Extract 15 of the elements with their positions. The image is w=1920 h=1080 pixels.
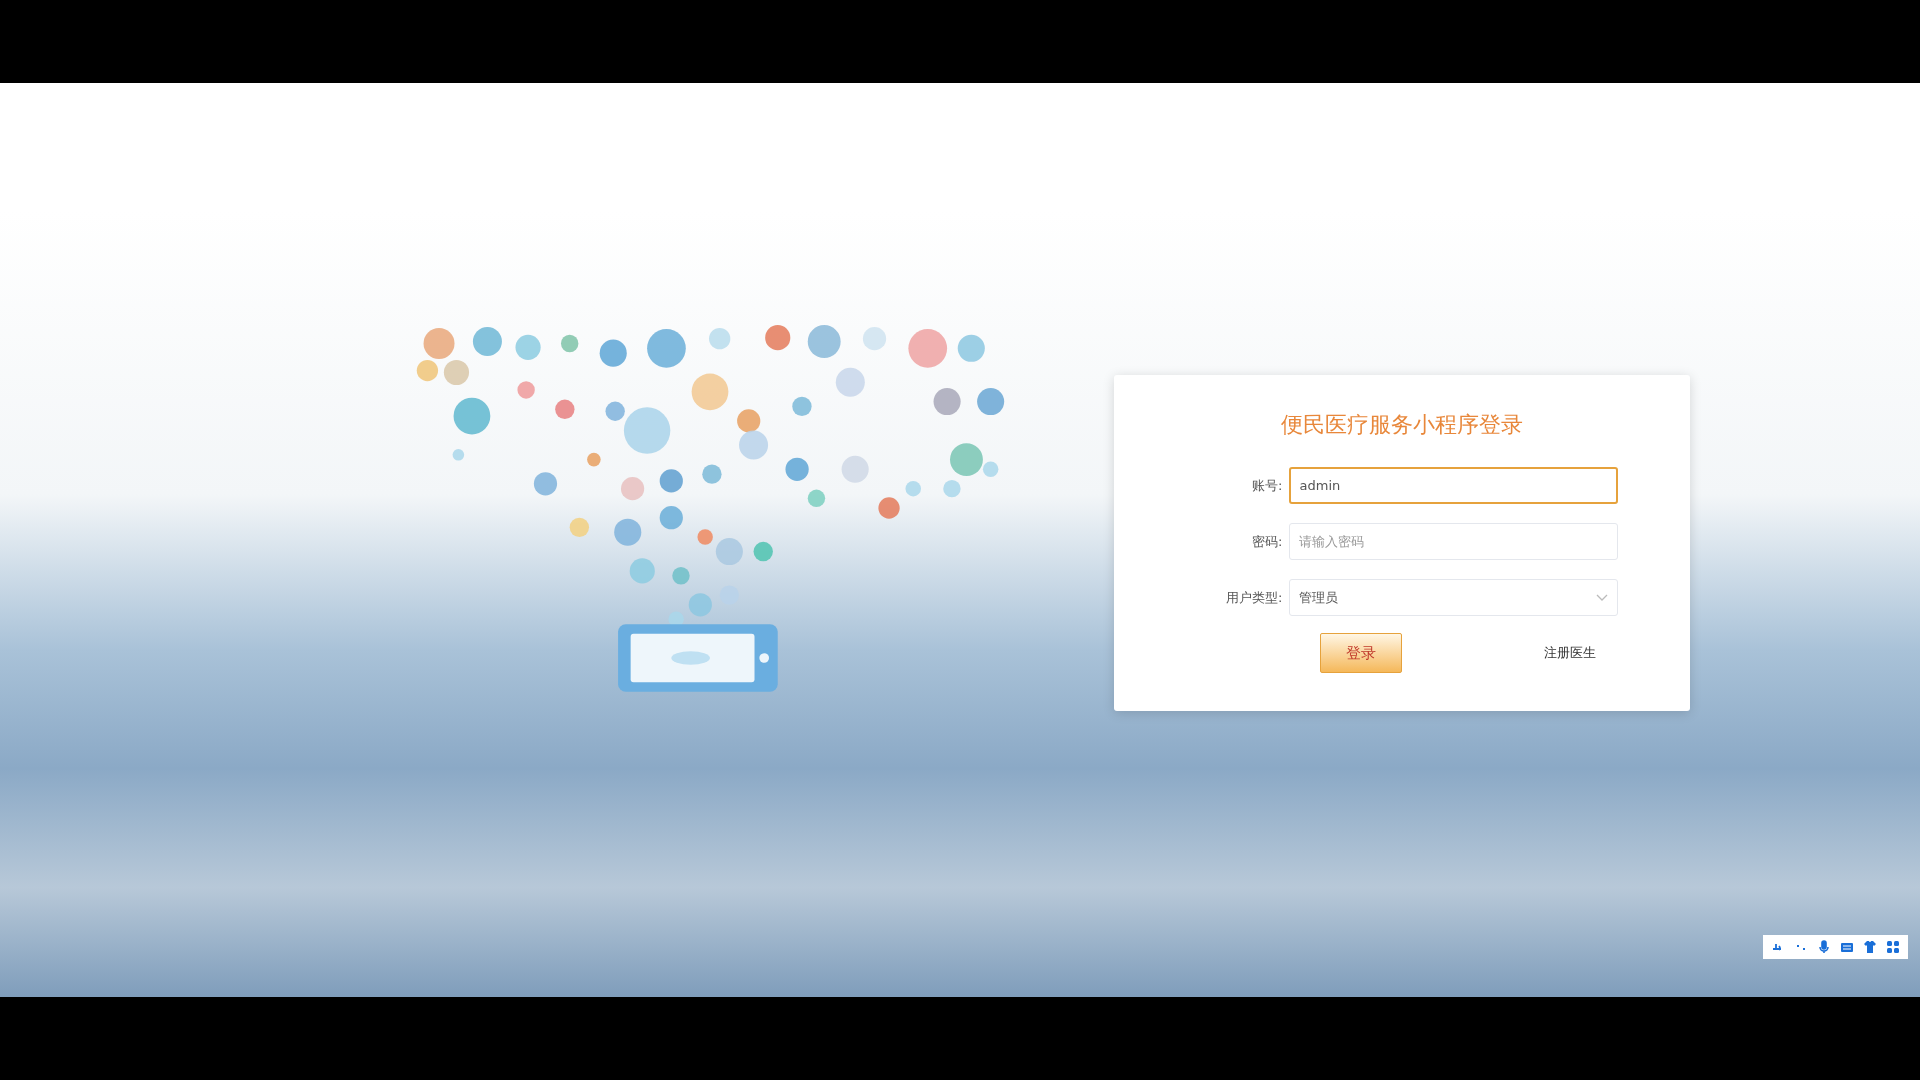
password-field[interactable]: 请输入密码 — [1288, 523, 1618, 560]
shirt-icon[interactable] — [1862, 940, 1877, 954]
field-label: 密码: — [1251, 532, 1283, 551]
user-type-select[interactable]: 管理员 — [1288, 579, 1618, 616]
select-value: 管理员 — [1298, 588, 1338, 607]
grid-icon[interactable] — [1885, 940, 1900, 954]
keyboard-icon[interactable] — [1839, 940, 1854, 954]
chevron-down-icon — [1595, 593, 1608, 602]
login-button[interactable]: 登录 — [1320, 633, 1402, 673]
account-field[interactable]: admin — [1288, 467, 1618, 504]
login-title: 便民医疗服务小程序登录 — [1281, 411, 1523, 439]
field-label: 账号: — [1251, 476, 1283, 495]
register-doctor-link[interactable]: 注册医生 — [1544, 643, 1596, 663]
microphone-icon[interactable] — [1817, 940, 1832, 954]
field-label: 用户类型: — [1225, 588, 1283, 607]
